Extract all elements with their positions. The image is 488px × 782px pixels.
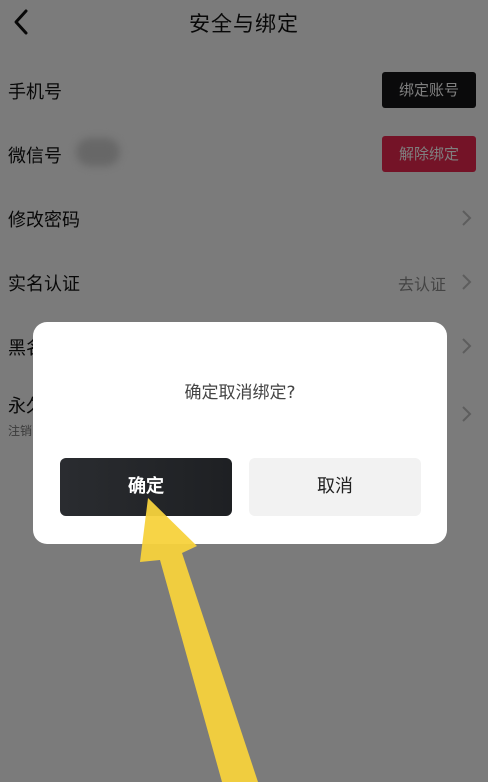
confirm-button[interactable]: 确定	[60, 458, 232, 516]
cancel-button[interactable]: 取消	[249, 458, 421, 516]
dialog-message: 确定取消绑定?	[184, 383, 296, 403]
confirm-dialog: 确定取消绑定? 确定 取消	[33, 322, 447, 544]
